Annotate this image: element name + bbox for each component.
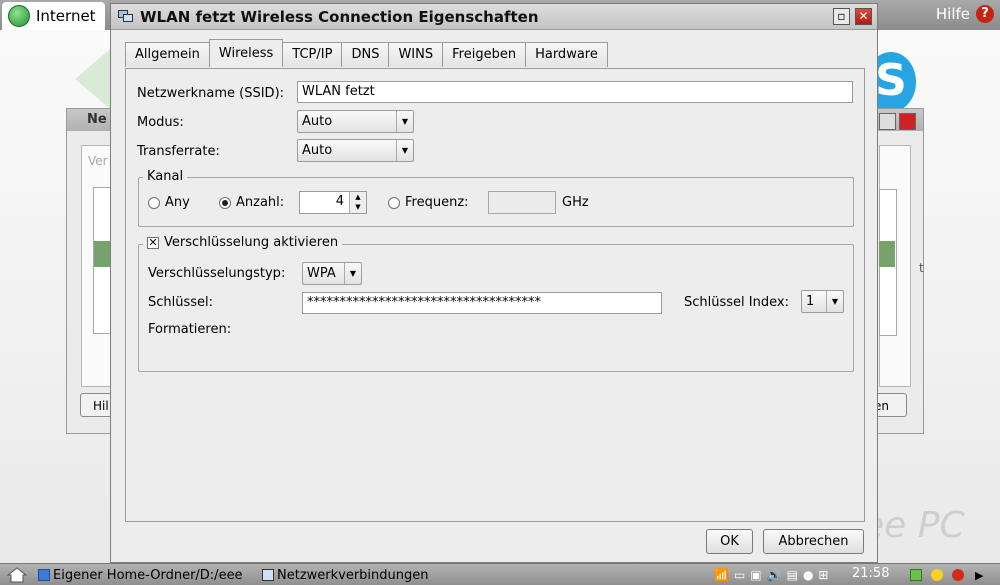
taskbar: Eigener Home-Ordner/D:/eee Netzwerkverbi… xyxy=(0,563,1000,585)
chevron-down-icon: ▼ xyxy=(826,291,843,312)
maximize-icon[interactable] xyxy=(879,113,896,130)
globe-icon xyxy=(8,5,30,27)
network-icon xyxy=(118,10,133,22)
arrow-decoration xyxy=(75,45,115,113)
modus-select[interactable]: Auto ▼ xyxy=(297,110,414,133)
key-index-value: 1 xyxy=(806,294,815,309)
chevron-down-icon: ▼ xyxy=(344,263,361,284)
enc-type-select[interactable]: WPA ▼ xyxy=(302,262,362,285)
anzahl-label: Anzahl: xyxy=(236,195,285,210)
dialog-title: WLAN fetzt Wireless Connection Eigenscha… xyxy=(140,8,539,26)
background-title: Ne xyxy=(87,112,107,127)
enc-type-label: Verschlüsselungstyp: xyxy=(148,266,286,281)
folder-icon xyxy=(38,569,50,581)
encryption-title: ✕ Verschlüsselung aktivieren xyxy=(143,235,343,250)
key-index-label: Schlüssel Index: xyxy=(684,295,789,310)
tab-bar: Allgemein Wireless TCP/IP DNS WINS Freig… xyxy=(125,39,608,68)
enc-type-value: WPA xyxy=(307,266,336,281)
power-adapter-icon[interactable]: ⊞ xyxy=(818,568,829,582)
system-tray: 📶 ▭ ▣ 🔊 ▤ ● ⊞ xyxy=(714,566,829,584)
ssid-input[interactable]: WLAN fetzt xyxy=(297,81,853,103)
anzahl-value: 4 xyxy=(335,194,344,209)
network-icon xyxy=(262,569,274,581)
tab-dns[interactable]: DNS xyxy=(341,42,390,67)
ok-button[interactable]: OK xyxy=(706,529,753,554)
language-icon[interactable]: ▣ xyxy=(750,568,762,582)
selected-connection-row-right[interactable] xyxy=(879,241,895,267)
tab-wins[interactable]: WINS xyxy=(388,42,444,67)
frequenz-label: Frequenz: xyxy=(405,195,469,210)
ssid-label: Netzwerkname (SSID): xyxy=(137,86,285,101)
tray-right: ▶ xyxy=(910,566,983,584)
transfer-value: Auto xyxy=(302,143,333,158)
tab-internet-label: Internet xyxy=(36,7,96,25)
taskbar-item-network[interactable]: Netzwerkverbindungen xyxy=(262,566,429,584)
frequenz-input xyxy=(488,191,556,214)
modus-label: Modus: xyxy=(137,115,184,130)
selected-connection-row[interactable] xyxy=(94,241,111,267)
wifi-icon[interactable]: 📶 xyxy=(714,568,730,582)
kanal-title: Kanal xyxy=(143,169,188,184)
tab-freigeben[interactable]: Freigeben xyxy=(442,42,527,67)
format-label: Formatieren: xyxy=(148,322,232,337)
maximize-button[interactable]: ▫ xyxy=(833,8,850,25)
anzahl-stepper[interactable]: 4 ▲ ▼ xyxy=(299,191,367,214)
home-icon[interactable] xyxy=(6,566,28,584)
encryption-checkbox-label: Verschlüsselung aktivieren xyxy=(164,235,339,250)
encryption-checkbox[interactable]: ✕ xyxy=(147,236,159,249)
background-text-left: Ver xyxy=(88,154,108,168)
battery-icon[interactable]: ▭ xyxy=(734,568,746,582)
taskbar-item-label: Netzwerkverbindungen xyxy=(277,567,429,583)
stepper-arrows-icon[interactable]: ▲ ▼ xyxy=(349,192,366,213)
help-button-background[interactable]: Hil xyxy=(80,393,112,417)
any-label: Any xyxy=(165,195,190,210)
chevron-down-icon: ▼ xyxy=(396,111,413,132)
help-label: Hilfe xyxy=(935,5,970,23)
tab-hardware[interactable]: Hardware xyxy=(525,42,608,67)
key-input[interactable]: ************************************ xyxy=(302,292,662,314)
clock: 21:58 xyxy=(852,566,890,581)
wireless-properties-dialog: WLAN fetzt Wireless Connection Eigenscha… xyxy=(110,3,878,563)
dialog-titlebar[interactable]: WLAN fetzt Wireless Connection Eigenscha… xyxy=(111,4,877,30)
frequenz-unit: GHz xyxy=(562,195,589,210)
cancel-button[interactable]: Abbrechen xyxy=(763,529,864,554)
shutdown-icon[interactable] xyxy=(952,569,964,581)
volume-icon[interactable]: 🔊 xyxy=(767,568,783,582)
background-text-right: t xyxy=(919,261,924,275)
taskbar-item-label: Eigener Home-Ordner/D:/eee xyxy=(53,567,243,583)
key-index-select[interactable]: 1 ▼ xyxy=(801,290,844,313)
transfer-select[interactable]: Auto ▼ xyxy=(297,139,414,162)
close-button[interactable]: ✕ xyxy=(855,8,872,25)
arrow-right-icon[interactable]: ▶ xyxy=(975,569,983,582)
radio-any[interactable] xyxy=(148,197,160,209)
tab-tcpip[interactable]: TCP/IP xyxy=(282,42,343,67)
smiley-icon[interactable] xyxy=(931,569,943,581)
help-icon: ? xyxy=(976,5,994,23)
transfer-label: Transferrate: xyxy=(137,144,220,159)
storage-icon[interactable]: ▤ xyxy=(787,568,799,582)
tab-wireless[interactable]: Wireless xyxy=(208,39,284,67)
tab-allgemein[interactable]: Allgemein xyxy=(125,42,210,67)
key-label: Schlüssel: xyxy=(148,295,214,310)
chevron-down-icon: ▼ xyxy=(396,140,413,161)
help-button[interactable]: Hilfe ? xyxy=(936,5,994,23)
monitor-icon[interactable]: ● xyxy=(803,568,814,582)
radio-anzahl[interactable] xyxy=(219,197,231,209)
tab-internet[interactable]: Internet xyxy=(2,2,105,30)
wireless-panel: Netzwerkname (SSID): WLAN fetzt Modus: A… xyxy=(125,68,865,522)
taskbar-item-home-folder[interactable]: Eigener Home-Ordner/D:/eee xyxy=(38,566,243,584)
close-icon[interactable] xyxy=(899,113,916,130)
house-icon xyxy=(6,567,28,583)
modus-value: Auto xyxy=(302,114,333,129)
radio-frequenz[interactable] xyxy=(388,197,400,209)
app-grid-icon[interactable] xyxy=(910,569,922,581)
